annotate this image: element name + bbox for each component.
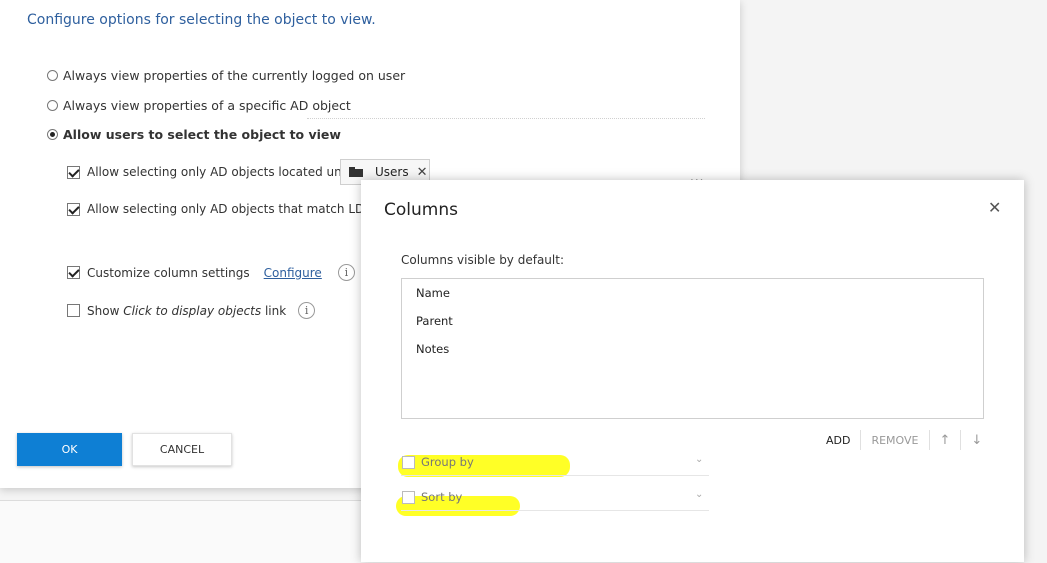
- configure-link[interactable]: Configure: [264, 266, 322, 280]
- columns-list[interactable]: Name Parent Notes: [401, 278, 984, 419]
- radio-label: Allow users to select the object to view: [63, 127, 341, 142]
- option-label: Customize column settings: [87, 265, 250, 280]
- list-item[interactable]: Parent: [416, 314, 453, 328]
- radio-button[interactable]: [47, 70, 58, 81]
- ldap-filter-checkbox[interactable]: [67, 202, 80, 216]
- option-label: Allow selecting only AD objects that mat…: [87, 202, 399, 216]
- option-show-link[interactable]: Show Click to display objects link i: [67, 302, 316, 319]
- columns-toolbar: ADD REMOVE ↑ ↓: [816, 430, 992, 450]
- ok-button[interactable]: OK: [17, 433, 122, 466]
- radio-label: Always view properties of the currently …: [63, 68, 406, 83]
- chevron-down-icon[interactable]: ⌄: [695, 489, 703, 500]
- option-label-em: Click to display objects: [123, 303, 262, 318]
- list-item[interactable]: Notes: [416, 342, 449, 356]
- divider: [307, 118, 705, 119]
- info-icon[interactable]: i: [337, 264, 355, 281]
- move-up-icon[interactable]: ↑: [930, 433, 961, 448]
- radio-allow-select[interactable]: Allow users to select the object to view: [47, 127, 341, 142]
- located-under-checkbox[interactable]: [67, 165, 80, 179]
- add-button[interactable]: ADD: [816, 434, 860, 447]
- option-label: Allow selecting only AD objects located …: [87, 165, 362, 179]
- sort-by-label: Sort by: [421, 490, 463, 504]
- close-icon[interactable]: ✕: [417, 165, 428, 180]
- dialog-heading: Configure options for selecting the obje…: [27, 12, 376, 28]
- radio-specific-object[interactable]: Always view properties of a specific AD …: [47, 98, 351, 113]
- remove-button[interactable]: REMOVE: [861, 434, 928, 447]
- option-label-post: link: [261, 303, 287, 318]
- folder-icon: [349, 167, 363, 177]
- radio-current-user[interactable]: Always view properties of the currently …: [47, 68, 405, 83]
- columns-dialog: Columns ✕ Columns visible by default: Na…: [361, 180, 1024, 562]
- radio-button[interactable]: [47, 129, 58, 140]
- chip-label: Users: [375, 165, 409, 179]
- sort-by-checkbox[interactable]: [402, 491, 415, 504]
- group-by-label: Group by: [421, 455, 474, 469]
- move-down-icon[interactable]: ↓: [961, 433, 992, 448]
- customize-columns-checkbox[interactable]: [67, 266, 80, 279]
- group-by-checkbox[interactable]: [402, 456, 415, 469]
- columns-subtitle: Columns visible by default:: [401, 253, 564, 267]
- cancel-button[interactable]: CANCEL: [132, 433, 232, 466]
- close-icon[interactable]: ✕: [988, 198, 1001, 217]
- radio-label: Always view properties of a specific AD …: [63, 98, 351, 113]
- option-customize-columns[interactable]: Customize column settings Configure i: [67, 264, 355, 281]
- group-by-row[interactable]: Group by ⌄: [401, 451, 709, 476]
- option-ldap-filter[interactable]: Allow selecting only AD objects that mat…: [67, 202, 399, 216]
- option-label-pre: Show: [87, 303, 124, 318]
- chevron-down-icon[interactable]: ⌄: [695, 454, 703, 465]
- option-located-under[interactable]: Allow selecting only AD objects located …: [67, 165, 362, 179]
- radio-button[interactable]: [47, 100, 58, 111]
- sort-by-row[interactable]: Sort by ⌄: [401, 486, 709, 511]
- dialog-title: Columns: [384, 200, 458, 220]
- show-link-checkbox[interactable]: [67, 304, 80, 317]
- list-item[interactable]: Name: [416, 286, 450, 300]
- info-icon[interactable]: i: [298, 302, 316, 319]
